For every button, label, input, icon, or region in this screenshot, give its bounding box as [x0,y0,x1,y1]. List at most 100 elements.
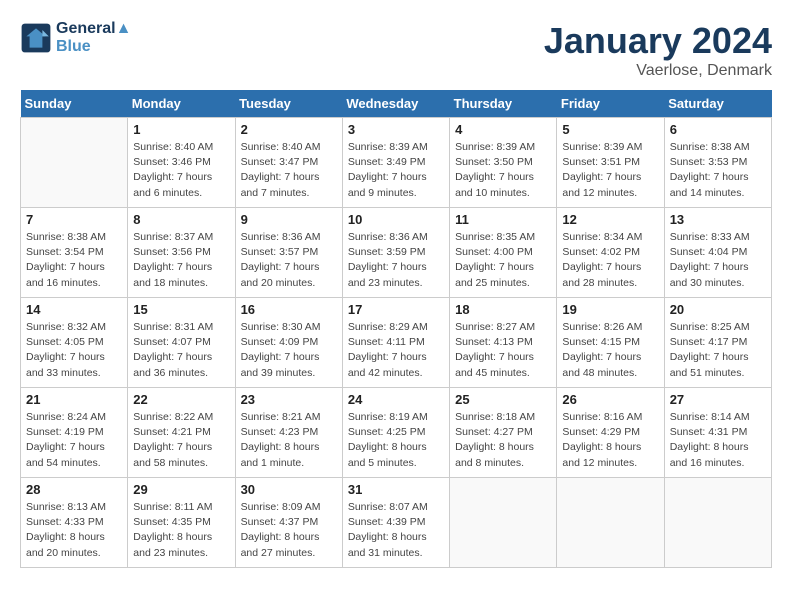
day-content: Sunrise: 8:16 AM Sunset: 4:29 PM Dayligh… [562,410,658,471]
day-content: Sunrise: 8:39 AM Sunset: 3:50 PM Dayligh… [455,140,551,201]
day-content: Sunrise: 8:36 AM Sunset: 3:57 PM Dayligh… [241,230,337,291]
calendar-cell: 25Sunrise: 8:18 AM Sunset: 4:27 PM Dayli… [450,388,557,478]
day-number: 12 [562,212,658,227]
day-number: 22 [133,392,229,407]
day-content: Sunrise: 8:18 AM Sunset: 4:27 PM Dayligh… [455,410,551,471]
day-content: Sunrise: 8:40 AM Sunset: 3:47 PM Dayligh… [241,140,337,201]
day-header-thursday: Thursday [450,90,557,118]
day-number: 29 [133,482,229,497]
day-content: Sunrise: 8:32 AM Sunset: 4:05 PM Dayligh… [26,320,122,381]
day-header-monday: Monday [128,90,235,118]
day-header-saturday: Saturday [664,90,771,118]
day-content: Sunrise: 8:40 AM Sunset: 3:46 PM Dayligh… [133,140,229,201]
day-content: Sunrise: 8:24 AM Sunset: 4:19 PM Dayligh… [26,410,122,471]
calendar-cell [450,478,557,568]
day-number: 27 [670,392,766,407]
calendar-cell [21,118,128,208]
day-number: 21 [26,392,122,407]
week-row-2: 7 Sunrise: 8:38 AM Sunset: 3:54 PM Daylig… [21,208,772,298]
calendar-cell: 28Sunrise: 8:13 AM Sunset: 4:33 PM Dayli… [21,478,128,568]
day-number: 18 [455,302,551,317]
day-number: 9 [241,212,337,227]
calendar-cell: 5 Sunrise: 8:39 AM Sunset: 3:51 PM Daylig… [557,118,664,208]
calendar-table: SundayMondayTuesdayWednesdayThursdayFrid… [20,90,772,568]
day-number: 16 [241,302,337,317]
week-row-1: 1Sunrise: 8:40 AM Sunset: 3:46 PM Daylig… [21,118,772,208]
calendar-cell: 17 Sunrise: 8:29 AM Sunset: 4:11 PM Dayli… [342,298,449,388]
day-content: Sunrise: 8:27 AM Sunset: 4:13 PM Dayligh… [455,320,551,381]
calendar-cell: 14 Sunrise: 8:32 AM Sunset: 4:05 PM Dayli… [21,298,128,388]
day-number: 31 [348,482,444,497]
day-content: Sunrise: 8:34 AM Sunset: 4:02 PM Dayligh… [562,230,658,291]
day-content: Sunrise: 8:09 AM Sunset: 4:37 PM Dayligh… [241,500,337,561]
day-number: 7 [26,212,122,227]
day-content: Sunrise: 8:19 AM Sunset: 4:25 PM Dayligh… [348,410,444,471]
title-area: January 2024 Vaerlose, Denmark [544,20,772,80]
calendar-cell: 30 Sunrise: 8:09 AM Sunset: 4:37 PM Dayli… [235,478,342,568]
day-content: Sunrise: 8:38 AM Sunset: 3:53 PM Dayligh… [670,140,766,201]
calendar-cell: 10 Sunrise: 8:36 AM Sunset: 3:59 PM Dayli… [342,208,449,298]
calendar-cell: 9 Sunrise: 8:36 AM Sunset: 3:57 PM Daylig… [235,208,342,298]
day-number: 24 [348,392,444,407]
calendar-cell: 27 Sunrise: 8:14 AM Sunset: 4:31 PM Dayli… [664,388,771,478]
calendar-body: 1Sunrise: 8:40 AM Sunset: 3:46 PM Daylig… [21,118,772,568]
day-content: Sunrise: 8:14 AM Sunset: 4:31 PM Dayligh… [670,410,766,471]
page-header: General▲ Blue January 2024 Vaerlose, Den… [20,20,772,80]
day-content: Sunrise: 8:26 AM Sunset: 4:15 PM Dayligh… [562,320,658,381]
day-content: Sunrise: 8:33 AM Sunset: 4:04 PM Dayligh… [670,230,766,291]
day-content: Sunrise: 8:39 AM Sunset: 3:49 PM Dayligh… [348,140,444,201]
day-number: 11 [455,212,551,227]
calendar-cell: 1Sunrise: 8:40 AM Sunset: 3:46 PM Daylig… [128,118,235,208]
day-number: 10 [348,212,444,227]
day-content: Sunrise: 8:35 AM Sunset: 4:00 PM Dayligh… [455,230,551,291]
day-number: 13 [670,212,766,227]
day-number: 3 [348,122,444,137]
week-row-3: 14 Sunrise: 8:32 AM Sunset: 4:05 PM Dayli… [21,298,772,388]
calendar-cell: 8Sunrise: 8:37 AM Sunset: 3:56 PM Daylig… [128,208,235,298]
week-row-4: 21 Sunrise: 8:24 AM Sunset: 4:19 PM Dayli… [21,388,772,478]
day-number: 20 [670,302,766,317]
day-number: 30 [241,482,337,497]
calendar-cell: 6 Sunrise: 8:38 AM Sunset: 3:53 PM Daylig… [664,118,771,208]
calendar-cell: 16 Sunrise: 8:30 AM Sunset: 4:09 PM Dayli… [235,298,342,388]
day-content: Sunrise: 8:38 AM Sunset: 3:54 PM Dayligh… [26,230,122,291]
month-title: January 2024 [544,20,772,62]
calendar-cell: 12 Sunrise: 8:34 AM Sunset: 4:02 PM Dayli… [557,208,664,298]
day-content: Sunrise: 8:25 AM Sunset: 4:17 PM Dayligh… [670,320,766,381]
day-number: 26 [562,392,658,407]
calendar-cell: 2Sunrise: 8:40 AM Sunset: 3:47 PM Daylig… [235,118,342,208]
day-content: Sunrise: 8:39 AM Sunset: 3:51 PM Dayligh… [562,140,658,201]
day-content: Sunrise: 8:30 AM Sunset: 4:09 PM Dayligh… [241,320,337,381]
day-number: 17 [348,302,444,317]
calendar-cell: 20 Sunrise: 8:25 AM Sunset: 4:17 PM Dayli… [664,298,771,388]
day-content: Sunrise: 8:29 AM Sunset: 4:11 PM Dayligh… [348,320,444,381]
calendar-cell: 11 Sunrise: 8:35 AM Sunset: 4:00 PM Dayli… [450,208,557,298]
day-content: Sunrise: 8:31 AM Sunset: 4:07 PM Dayligh… [133,320,229,381]
day-content: Sunrise: 8:36 AM Sunset: 3:59 PM Dayligh… [348,230,444,291]
calendar-cell: 19 Sunrise: 8:26 AM Sunset: 4:15 PM Dayli… [557,298,664,388]
calendar-cell: 3 Sunrise: 8:39 AM Sunset: 3:49 PM Daylig… [342,118,449,208]
day-number: 5 [562,122,658,137]
day-content: Sunrise: 8:07 AM Sunset: 4:39 PM Dayligh… [348,500,444,561]
calendar-cell: 7 Sunrise: 8:38 AM Sunset: 3:54 PM Daylig… [21,208,128,298]
day-number: 14 [26,302,122,317]
calendar-cell: 31 Sunrise: 8:07 AM Sunset: 4:39 PM Dayli… [342,478,449,568]
location: Vaerlose, Denmark [544,62,772,80]
calendar-cell: 29 Sunrise: 8:11 AM Sunset: 4:35 PM Dayli… [128,478,235,568]
day-header-sunday: Sunday [21,90,128,118]
day-number: 4 [455,122,551,137]
day-number: 19 [562,302,658,317]
day-number: 28 [26,482,122,497]
day-number: 6 [670,122,766,137]
day-number: 23 [241,392,337,407]
calendar-cell [557,478,664,568]
logo-icon [20,22,52,54]
day-header-friday: Friday [557,90,664,118]
calendar-cell: 18 Sunrise: 8:27 AM Sunset: 4:13 PM Dayli… [450,298,557,388]
calendar-cell: 4 Sunrise: 8:39 AM Sunset: 3:50 PM Daylig… [450,118,557,208]
day-number: 15 [133,302,229,317]
day-number: 8 [133,212,229,227]
week-row-5: 28Sunrise: 8:13 AM Sunset: 4:33 PM Dayli… [21,478,772,568]
day-content: Sunrise: 8:11 AM Sunset: 4:35 PM Dayligh… [133,500,229,561]
calendar-cell: 26 Sunrise: 8:16 AM Sunset: 4:29 PM Dayli… [557,388,664,478]
